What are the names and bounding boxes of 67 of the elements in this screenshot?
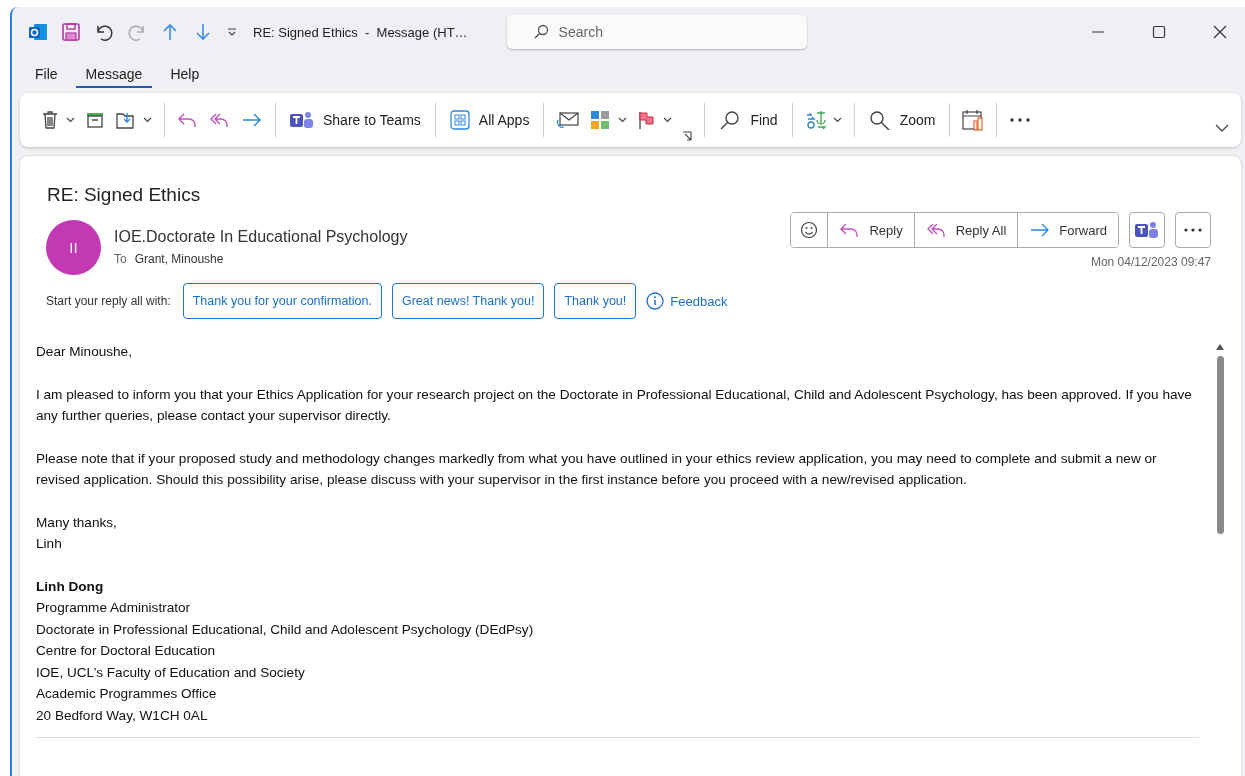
all-apps-button[interactable]: All Apps (447, 110, 532, 130)
save-icon[interactable] (61, 22, 81, 42)
mail-sync-icon[interactable] (556, 110, 581, 130)
zoom-button[interactable]: Zoom (866, 110, 938, 130)
translate-icon[interactable] (804, 110, 827, 130)
menu-tab[interactable]: File (25, 60, 68, 88)
teams-button[interactable] (1129, 212, 1165, 248)
body-text: Dear Minoushe, (36, 343, 133, 361)
trash-icon[interactable] (40, 110, 60, 130)
move-to-folder-icon[interactable] (115, 110, 137, 130)
recipient-name[interactable]: Grant, Minoushe (134, 252, 224, 266)
scroll-up-icon[interactable] (1216, 344, 1224, 350)
sender-name[interactable]: IOE.Doctorate In Educational Psychology (114, 228, 408, 246)
suggested-reply-button[interactable]: Thank you for your confirmation. (182, 283, 382, 319)
feedback-link[interactable]: Feedback (646, 292, 728, 310)
customize-caret-icon[interactable] (226, 26, 238, 38)
more-options-icon (1184, 228, 1202, 232)
magnifier-icon (868, 110, 891, 130)
suggested-reply-button[interactable]: Thank you! (554, 283, 637, 319)
menu-tab[interactable]: Help (160, 60, 210, 88)
signature-line: 20 Bedford Way, W1CH 0AL (36, 706, 209, 725)
outlook-logo-icon[interactable] (28, 22, 48, 42)
caret-icon[interactable] (143, 117, 152, 123)
info-icon (646, 292, 665, 310)
sender-avatar: II (46, 220, 101, 275)
body-text: Please note that if your proposed study and methodology changes markedly from what you have outlined in your ethics review application, you may need to complete and submit a new or revised application. Should this possibility arise, please discuss with your supervisor in the first instance before you proceed with a new/revised application. (36, 449, 1158, 489)
search-field[interactable]: Search (506, 15, 807, 49)
find-button[interactable]: Find (717, 110, 780, 130)
message-subject: RE: Signed Ethics (47, 184, 202, 206)
teams-logo-icon (1135, 220, 1159, 240)
apps-grid-icon (449, 110, 470, 130)
to-label: To (114, 252, 127, 266)
archive-icon[interactable] (85, 110, 105, 130)
caret-icon[interactable] (618, 117, 628, 123)
expand-ribbon-icon[interactable] (1215, 123, 1229, 133)
close-icon[interactable] (1213, 25, 1227, 39)
share-to-teams-button[interactable]: Share to Teams (288, 110, 423, 130)
signature-name: Linh Dong (36, 577, 105, 596)
signature-line: Programme Administrator (36, 599, 192, 617)
forward-button[interactable]: Forward (1017, 213, 1118, 247)
caret-icon[interactable] (663, 117, 673, 123)
signature-line: Centre for Doctoral Education (36, 642, 217, 660)
calendar-chart-icon[interactable] (962, 109, 985, 131)
search-icon (719, 110, 742, 130)
body-text: I am pleased to inform you that your Ethics Application for your research project on the Doctorate in Professional Educational, Child and Adolescent Psychology, has been approved. If you have any further queries, please contact your supervisor directly. (36, 385, 1193, 425)
message-date: Mon 04/12/2023 09:47 (1090, 255, 1211, 269)
suggested-reply-button[interactable]: Great news! Thank you! (391, 283, 545, 319)
menu-tab[interactable]: Message (75, 60, 153, 88)
signature-line: IOE, UCL’s Faculty of Education and Society (36, 663, 306, 682)
more-options-icon[interactable] (1009, 117, 1032, 123)
window-title: RE: Signed Ethics - Message (HT… (253, 24, 468, 40)
scrollbar-thumb[interactable] (1216, 356, 1224, 534)
teams-logo-icon (290, 110, 314, 130)
smiley-icon (800, 221, 819, 239)
maximize-icon[interactable] (1152, 25, 1166, 39)
caret-icon[interactable] (66, 117, 75, 123)
down-arrow-icon[interactable] (193, 22, 213, 42)
body-text: Many thanks, (36, 513, 118, 532)
suggested-replies-label: Start your reply all with: (46, 294, 171, 308)
search-icon (532, 24, 549, 40)
signature-line: Doctorate in Professional Educational, Child and Adolescent Psychology (DEdPsy) (36, 620, 535, 639)
redo-icon (127, 22, 147, 42)
caret-icon[interactable] (832, 117, 842, 123)
undo-icon[interactable] (94, 22, 114, 42)
body-text: Linh (36, 535, 63, 553)
dialog-launcher-icon[interactable] (682, 131, 693, 141)
signature-line: Academic Programmes Office (36, 685, 218, 703)
